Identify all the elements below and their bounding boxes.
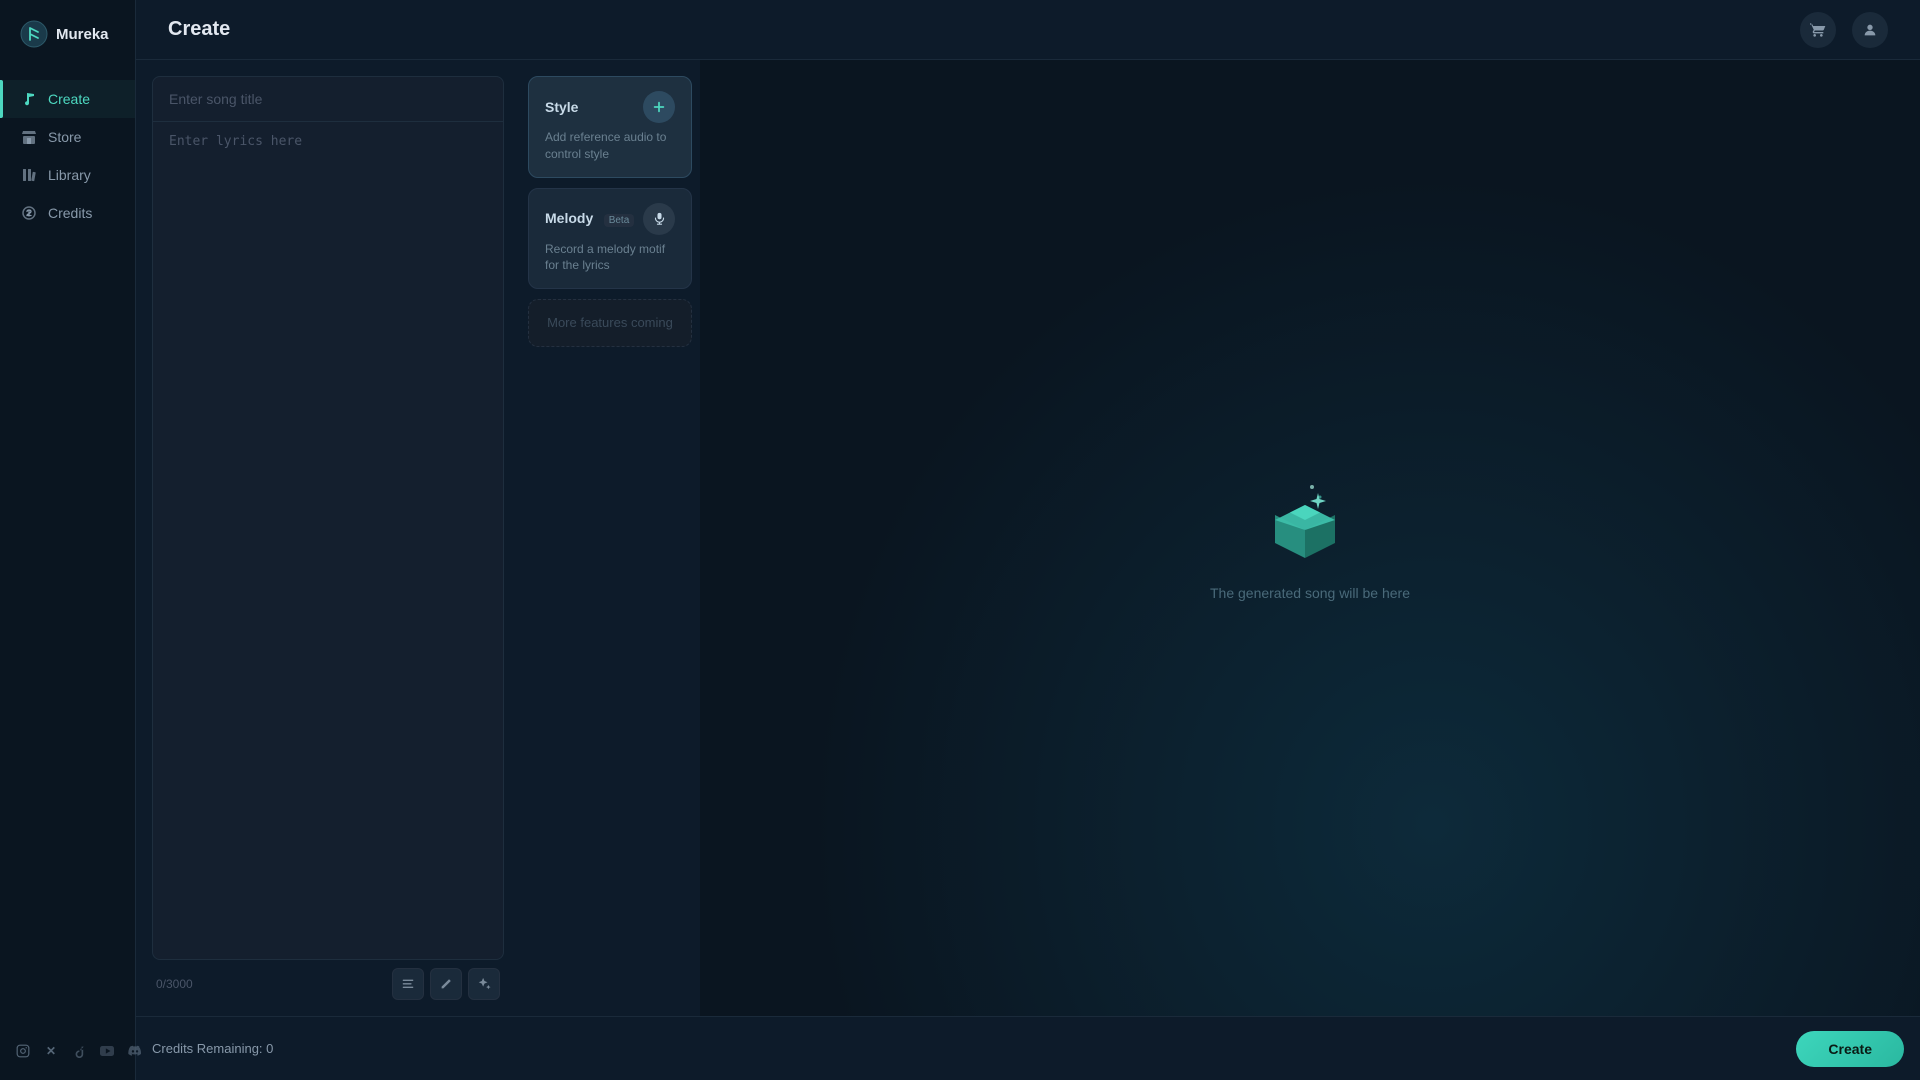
melody-card[interactable]: Melody Beta Record a melody motif for th…: [528, 188, 692, 290]
sidebar-item-library-label: Library: [48, 167, 91, 183]
sidebar-item-credits-label: Credits: [48, 205, 92, 221]
youtube-icon[interactable]: [98, 1042, 116, 1060]
tiktok-icon[interactable]: [70, 1042, 88, 1060]
logo-icon: [20, 20, 48, 48]
sidebar-item-store[interactable]: Store: [0, 118, 135, 156]
cart-button[interactable]: [1800, 12, 1836, 48]
main-area: Create 0/3000: [136, 0, 1920, 1080]
logo: Mureka: [0, 20, 129, 80]
page-title: Create: [168, 18, 230, 41]
center-controls: Style Add reference audio to control sty…: [520, 60, 700, 1016]
user-button[interactable]: [1852, 12, 1888, 48]
melody-mic-button[interactable]: [643, 203, 675, 235]
store-icon: [20, 128, 38, 146]
credits-icon: [20, 204, 38, 222]
box-svg-icon: [1260, 475, 1350, 565]
melody-card-header: Melody Beta: [545, 203, 675, 235]
left-panel: 0/3000: [136, 60, 520, 1016]
style-card-header: Style: [545, 91, 675, 123]
social-bar: ✕: [0, 1042, 158, 1060]
lyrics-textarea[interactable]: [152, 122, 504, 960]
lyrics-tool-format-button[interactable]: [392, 968, 424, 1000]
content-area: 0/3000: [136, 60, 1920, 1016]
lyrics-toolbar: [392, 968, 500, 1000]
header-icons: [1800, 12, 1888, 48]
melody-title-group: Melody Beta: [545, 210, 634, 228]
song-title-input[interactable]: [152, 76, 504, 122]
style-card-desc: Add reference audio to control style: [545, 129, 675, 163]
create-button[interactable]: Create: [1796, 1031, 1904, 1067]
music-note-icon: [20, 90, 38, 108]
char-count: 0/3000: [156, 977, 193, 991]
melody-badge: Beta: [604, 214, 635, 227]
logo-text: Mureka: [56, 26, 109, 43]
lyrics-footer: 0/3000: [152, 960, 504, 1008]
sidebar-item-library[interactable]: Library: [0, 156, 135, 194]
more-features-text: More features coming: [547, 315, 673, 330]
style-add-button[interactable]: [643, 91, 675, 123]
lyrics-tool-magic-button[interactable]: [468, 968, 500, 1000]
credits-remaining-label: Credits Remaining: 0: [152, 1041, 1784, 1056]
header: Create: [136, 0, 1920, 60]
style-card[interactable]: Style Add reference audio to control sty…: [528, 76, 692, 178]
more-features-card: More features coming: [528, 299, 692, 347]
sidebar-item-create-label: Create: [48, 91, 90, 107]
empty-state-text: The generated song will be here: [1210, 585, 1410, 601]
empty-state: The generated song will be here: [700, 60, 1920, 1016]
melody-card-title: Melody: [545, 210, 593, 226]
sidebar-item-create[interactable]: Create: [0, 80, 135, 118]
empty-state-illustration: [1260, 475, 1360, 565]
bottom-bar: Credits Remaining: 0 Create: [136, 1016, 1920, 1080]
style-card-title: Style: [545, 99, 578, 115]
library-icon: [20, 166, 38, 184]
sidebar-item-credits[interactable]: Credits: [0, 194, 135, 232]
lyrics-tool-edit-button[interactable]: [430, 968, 462, 1000]
sidebar: Mureka Create Store Library: [0, 0, 136, 1080]
instagram-icon[interactable]: [14, 1042, 32, 1060]
x-icon[interactable]: ✕: [42, 1042, 60, 1060]
melody-card-desc: Record a melody motif for the lyrics: [545, 241, 675, 275]
discord-icon[interactable]: [126, 1042, 144, 1060]
sidebar-item-store-label: Store: [48, 129, 81, 145]
